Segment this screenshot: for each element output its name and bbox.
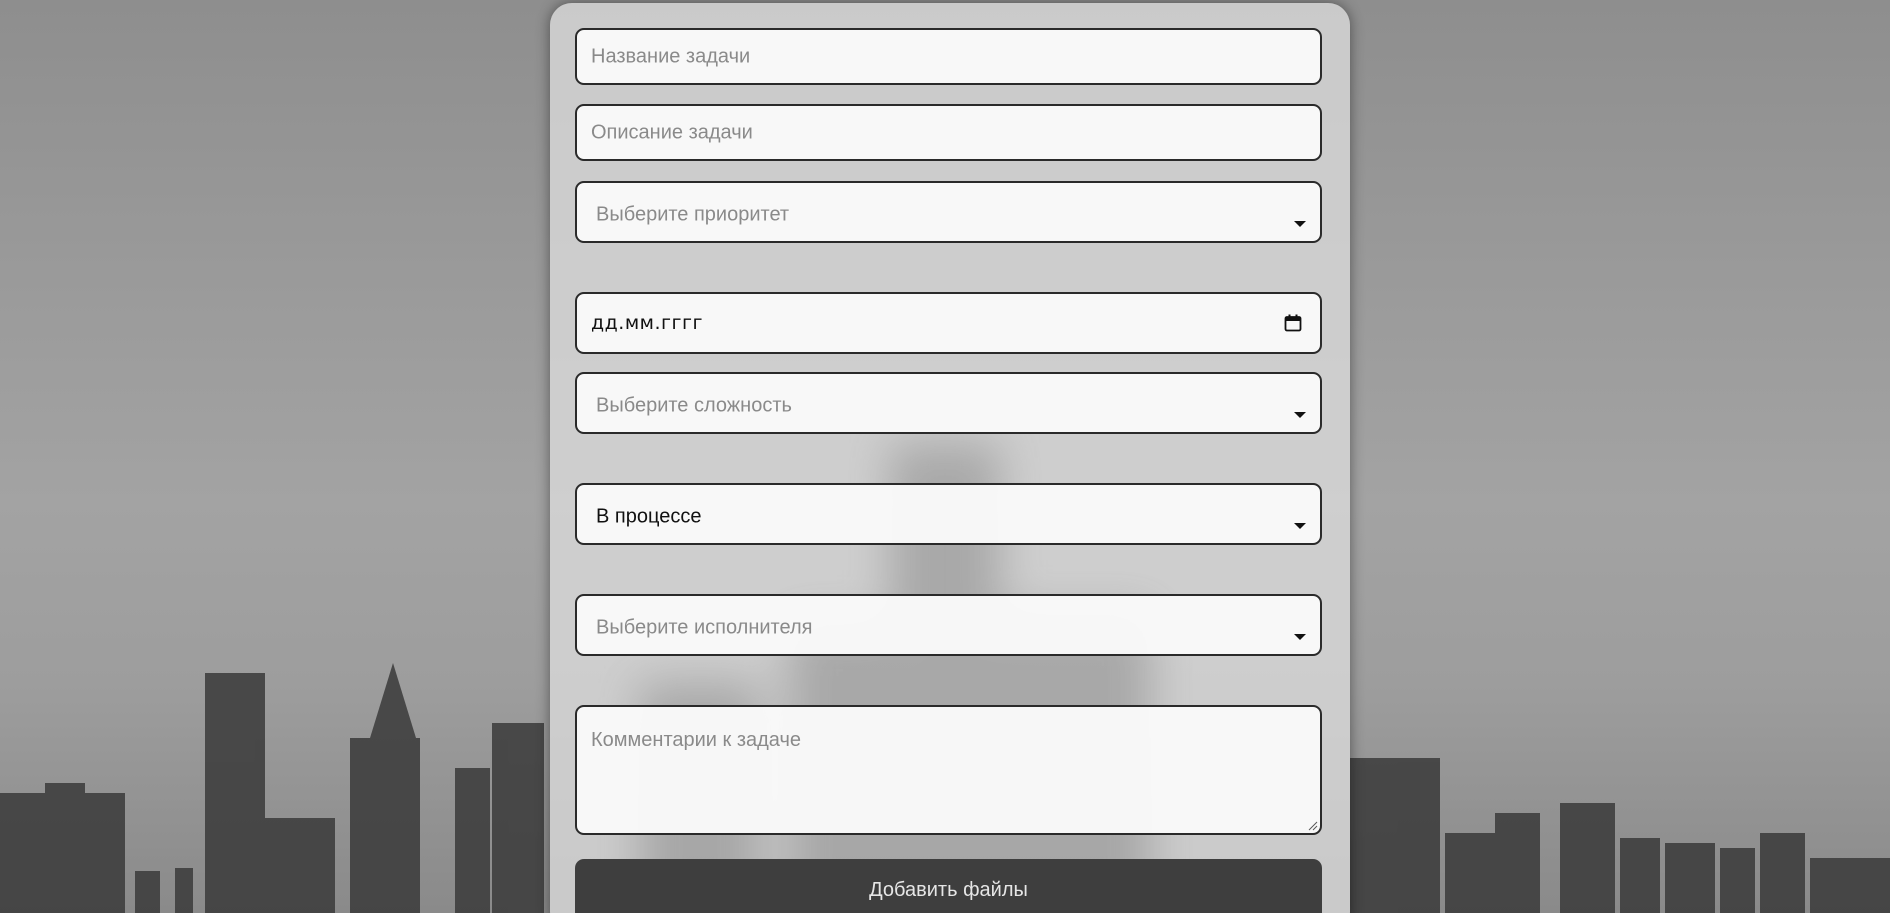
task-name-input[interactable]: Название задачи xyxy=(575,28,1322,85)
chevron-down-icon xyxy=(1294,634,1306,640)
priority-select[interactable]: Выберите приоритет xyxy=(575,181,1322,243)
comments-textarea[interactable]: Комментарии к задаче xyxy=(575,705,1322,835)
add-files-button[interactable]: Добавить файлы xyxy=(575,859,1322,913)
complexity-placeholder: Выберите сложность xyxy=(596,394,792,417)
chevron-down-icon xyxy=(1294,523,1306,529)
calendar-icon[interactable] xyxy=(1284,314,1302,332)
priority-placeholder: Выберите приоритет xyxy=(596,203,790,226)
due-date-input[interactable]: дд.мм.гггг xyxy=(575,292,1322,354)
comments-placeholder: Комментарии к задаче xyxy=(591,729,802,751)
assignee-placeholder: Выберите исполнителя xyxy=(596,616,813,639)
status-value: В процессе xyxy=(596,505,702,528)
task-description-input[interactable]: Описание задачи xyxy=(575,104,1322,161)
due-date-value: дд.мм.гггг xyxy=(591,312,703,334)
complexity-select[interactable]: Выберите сложность xyxy=(575,372,1322,434)
chevron-down-icon xyxy=(1294,412,1306,418)
task-description-placeholder: Описание задачи xyxy=(591,121,753,143)
status-select[interactable]: В процессе xyxy=(575,483,1322,545)
resize-handle-icon[interactable] xyxy=(1308,821,1318,831)
assignee-select[interactable]: Выберите исполнителя xyxy=(575,594,1322,656)
task-form-card: Название задачи Описание задачи Выберите… xyxy=(550,3,1350,913)
task-name-placeholder: Название задачи xyxy=(591,45,751,67)
chevron-down-icon xyxy=(1294,221,1306,227)
page: Название задачи Описание задачи Выберите… xyxy=(0,0,1890,913)
